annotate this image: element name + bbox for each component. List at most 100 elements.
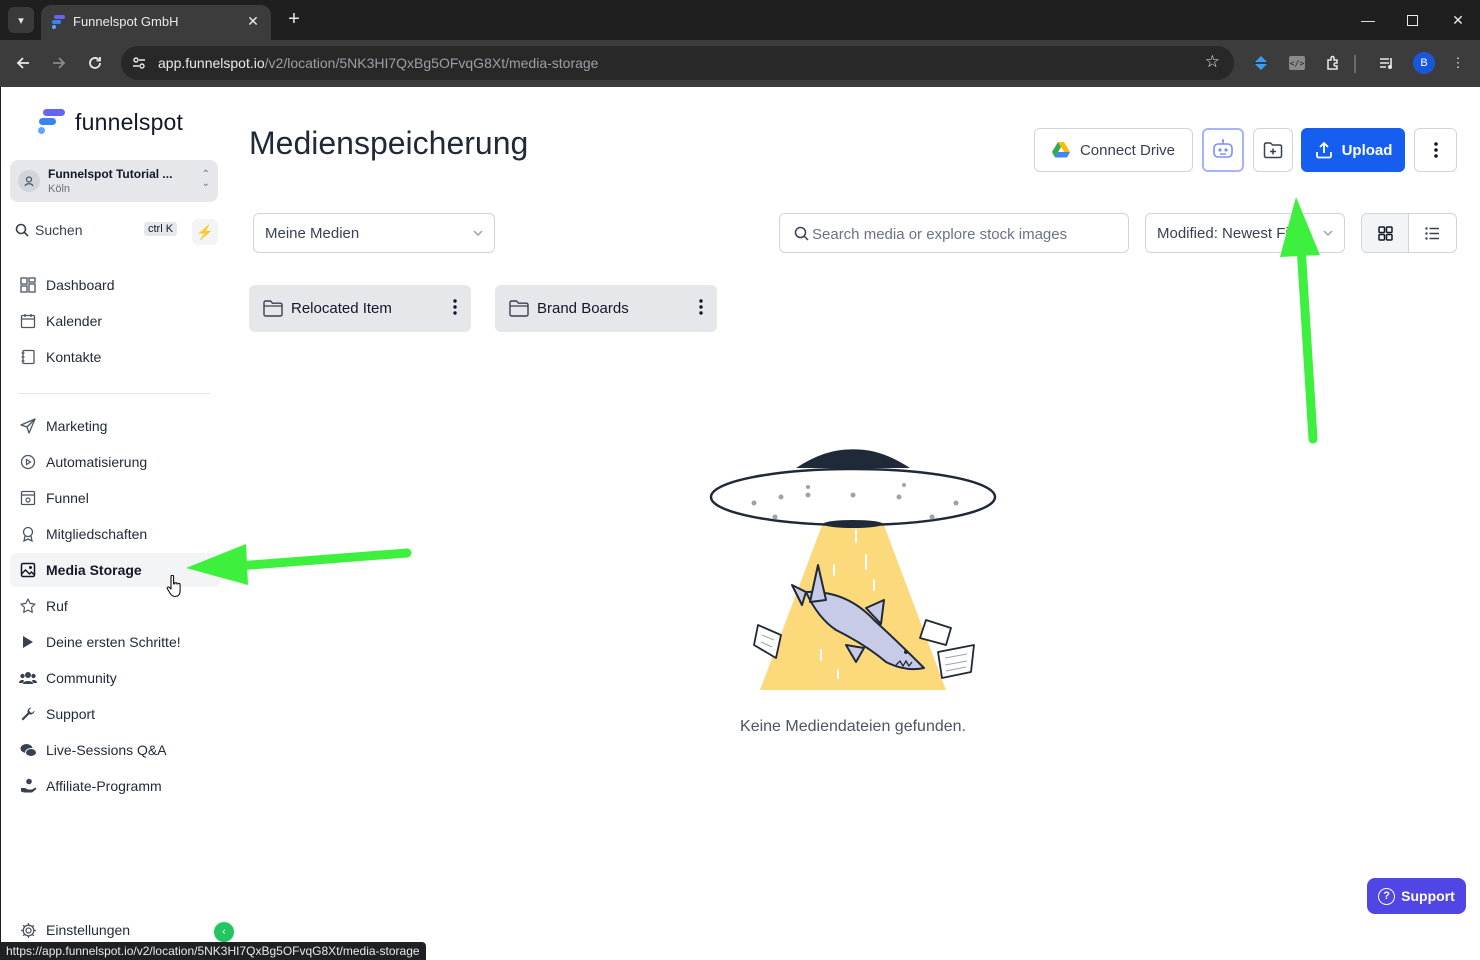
sidebar-item-ruf[interactable]: Ruf (10, 589, 220, 623)
media-search[interactable] (779, 213, 1129, 253)
back-icon[interactable] (11, 51, 35, 75)
url-text: app.funnelspot.io/v2/location/5NK3HI7QxB… (158, 55, 598, 71)
view-toggle (1361, 213, 1457, 253)
browser-menu-icon[interactable]: ⋮ (1448, 53, 1468, 73)
connect-drive-button[interactable]: Connect Drive (1034, 128, 1193, 172)
account-switcher[interactable]: Funnelspot Tutorial ... Köln ⌃ ⌄ (10, 160, 218, 202)
folder-plus-icon (1263, 142, 1283, 159)
hand-cursor-icon (166, 575, 181, 598)
sidebar-item-dashboard[interactable]: Dashboard (10, 268, 220, 302)
media-search-input[interactable] (812, 223, 1112, 245)
tab-search-button[interactable]: ▾ (8, 7, 34, 33)
sidebar-item-label: Deine ersten Schritte! (46, 634, 181, 650)
sidebar-item-community[interactable]: Community (10, 661, 220, 695)
empty-state-message: Keine Mediendateien gefunden. (740, 718, 966, 735)
bookmark-star-icon[interactable]: ☆ (1205, 52, 1220, 72)
upload-icon (1315, 141, 1332, 159)
sidebar-item-live-sessions[interactable]: Live-Sessions Q&A (10, 733, 220, 767)
media-source-value: Meine Medien (265, 225, 360, 242)
sidebar-item-erste-schritte[interactable]: Deine ersten Schritte! (10, 625, 220, 659)
profile-avatar[interactable]: B (1413, 52, 1435, 74)
folder-more-icon[interactable] (453, 299, 457, 315)
folder-name: Relocated Item (291, 300, 392, 317)
url-path: /v2/location/5NK3HI7QxBg5OFvqG8Xt/media-… (264, 55, 599, 71)
sidebar-item-label: Affiliate-Programm (46, 778, 162, 794)
grid-view-button[interactable] (1362, 214, 1410, 252)
browser-tab[interactable]: Funnelspot GmbH ✕ (41, 5, 271, 40)
tab-title: Funnelspot GmbH (73, 14, 179, 29)
folder-icon (263, 300, 283, 317)
sidebar-item-label: Live-Sessions Q&A (46, 742, 167, 758)
hand-icon (10, 778, 46, 794)
automation-icon (10, 454, 46, 470)
extension-code-icon[interactable]: </> (1287, 53, 1307, 73)
sidebar-item-label: Einstellungen (46, 922, 131, 938)
account-name: Funnelspot Tutorial ... (48, 167, 173, 181)
upload-button[interactable]: Upload (1301, 128, 1405, 172)
reload-icon[interactable] (83, 51, 107, 75)
new-tab-icon[interactable]: + (283, 8, 305, 30)
page-title: Medienspeicherung (249, 125, 529, 161)
folder-name: Brand Boards (537, 300, 629, 317)
more-options-button[interactable] (1414, 128, 1457, 172)
ai-assistant-button[interactable] (1202, 128, 1244, 172)
site-info-icon[interactable] (131, 55, 147, 71)
url-host: app.funnelspot.io (158, 55, 265, 71)
sidebar-item-label: Kontakte (46, 349, 102, 365)
window-close-icon[interactable]: ✕ (1446, 8, 1470, 32)
sidebar-item-kontakte[interactable]: Kontakte (10, 340, 220, 374)
folder-card[interactable]: Relocated Item (249, 285, 471, 332)
folder-icon (509, 300, 529, 317)
forward-icon[interactable] (47, 51, 71, 75)
funnelspot-logo[interactable]: funnelspot (37, 107, 183, 137)
location-icon (18, 170, 40, 192)
browser-chrome: ▾ Funnelspot GmbH ✕ + — ✕ app.funnelspot… (0, 0, 1480, 87)
chat-icon (10, 743, 46, 758)
sidebar-collapse-chevron-icon[interactable]: ‹ (214, 922, 234, 942)
image-icon (10, 562, 46, 578)
sidebar-item-automatisierung[interactable]: Automatisierung (10, 445, 220, 479)
support-label: Support (1401, 888, 1455, 904)
svg-text:</>: </> (1290, 59, 1305, 68)
support-button[interactable]: ? Support (1367, 878, 1466, 914)
upload-label: Upload (1341, 141, 1393, 159)
sidebar-item-label: Media Storage (46, 562, 142, 578)
folder-card[interactable]: Brand Boards (495, 285, 717, 332)
google-drive-icon (1051, 142, 1070, 158)
extensions-puzzle-icon[interactable] (1323, 53, 1343, 73)
browser-toolbar: app.funnelspot.io/v2/location/5NK3HI7QxB… (0, 40, 1480, 87)
search-label: Suchen (35, 222, 83, 238)
folder-more-icon[interactable] (699, 299, 703, 315)
minimize-icon[interactable]: — (1356, 8, 1380, 32)
sidebar-item-marketing[interactable]: Marketing (10, 409, 220, 443)
sidebar-item-support[interactable]: Support (10, 697, 220, 731)
new-folder-button[interactable] (1253, 128, 1293, 172)
media-source-select[interactable]: Meine Medien (253, 213, 495, 253)
users-icon (10, 671, 46, 685)
sidebar-item-media-storage[interactable]: Media Storage (10, 553, 220, 587)
sort-value: Modified: Newest First (1157, 225, 1306, 242)
tab-close-icon[interactable]: ✕ (243, 11, 263, 31)
chevron-down-icon (473, 230, 483, 237)
sidebar-search[interactable]: Suchen ctrl K (10, 217, 186, 245)
sidebar-item-kalender[interactable]: Kalender (10, 304, 220, 338)
maximize-icon[interactable] (1400, 8, 1424, 32)
chevron-down-icon (1323, 230, 1333, 237)
sidebar-item-label: Funnel (46, 490, 89, 506)
connect-drive-label: Connect Drive (1079, 141, 1176, 159)
media-controls-icon[interactable] (1377, 53, 1397, 73)
sidebar-item-affiliate[interactable]: Affiliate-Programm (10, 769, 220, 803)
sidebar-item-funnel[interactable]: Funnel (10, 481, 220, 515)
extension-diamond-icon[interactable] (1251, 53, 1271, 73)
play-icon (10, 635, 46, 649)
gear-icon (10, 922, 46, 939)
list-view-button[interactable] (1409, 214, 1456, 252)
search-shortcut-badge: ctrl K (144, 222, 178, 236)
status-bar-url: https://app.funnelspot.io/v2/location/5N… (0, 942, 426, 960)
star-icon (10, 598, 46, 614)
sidebar-item-mitgliedschaften[interactable]: Mitgliedschaften (10, 517, 220, 551)
sidebar-item-label: Ruf (46, 598, 68, 614)
address-bar[interactable]: app.funnelspot.io/v2/location/5NK3HI7QxB… (121, 46, 1234, 80)
quick-actions-bolt-icon[interactable]: ⚡ (192, 219, 218, 245)
sort-select[interactable]: Modified: Newest First (1145, 213, 1345, 253)
